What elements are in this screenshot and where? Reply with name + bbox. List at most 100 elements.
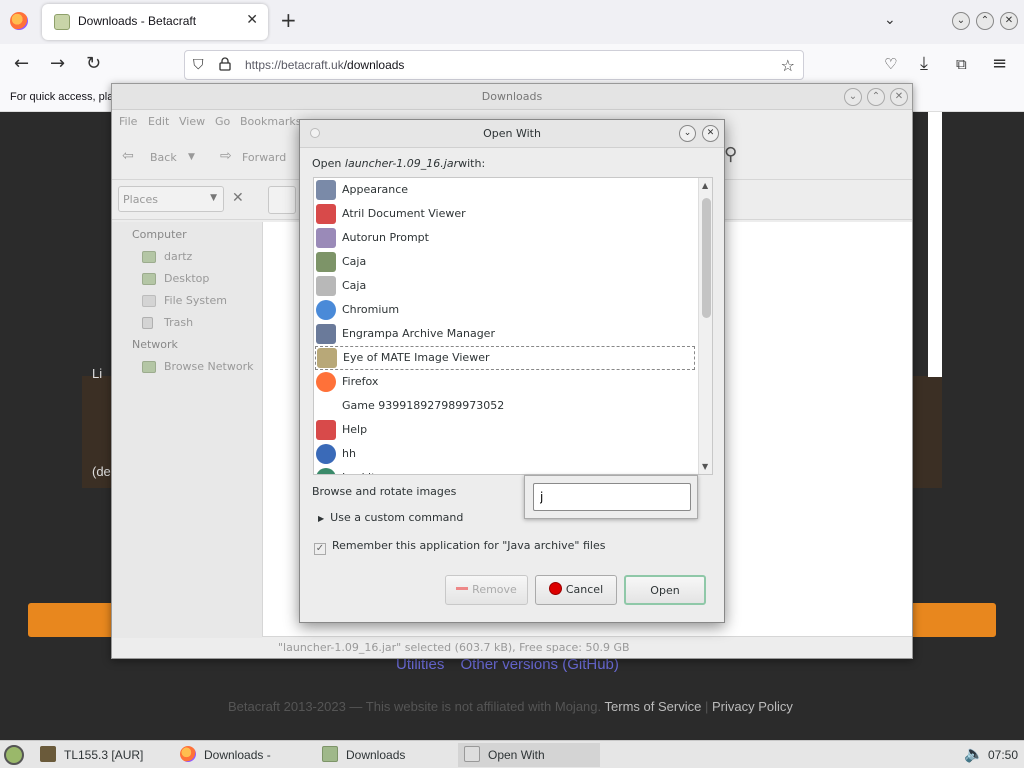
menu-launcher-icon[interactable] — [2, 743, 26, 767]
close-window-icon[interactable]: ✕ — [702, 125, 719, 142]
taskbar-item-caja[interactable]: Downloads — [318, 743, 456, 767]
app-list-item[interactable]: Help — [314, 418, 698, 442]
drive-icon — [142, 295, 156, 307]
app-list-item[interactable]: Autorun Prompt — [314, 226, 698, 250]
close-sidebar-icon[interactable]: ✕ — [232, 190, 244, 206]
app-list-item[interactable]: Atril Document Viewer — [314, 202, 698, 226]
lock-icon[interactable] — [219, 57, 231, 71]
browser-tab[interactable]: Downloads - Betacraft ✕ — [42, 4, 268, 40]
app-list-item[interactable]: Caja — [314, 274, 698, 298]
app-list-item[interactable]: Luakit — [314, 466, 698, 474]
taskbar-item-open-with[interactable]: Open With — [458, 743, 600, 767]
application-icon — [316, 396, 336, 416]
minimize-icon[interactable]: ⌄ — [844, 88, 862, 106]
close-tab-icon[interactable]: ✕ — [246, 12, 258, 28]
sidebar-item-browse-network[interactable]: Browse Network — [164, 360, 253, 373]
back-arrow-icon[interactable]: ⇦ — [122, 148, 134, 164]
app-list-item-label: Eye of MATE Image Viewer — [343, 351, 490, 364]
extensions-icon[interactable]: ⧉ — [956, 54, 967, 74]
application-icon — [316, 228, 336, 248]
search-icon[interactable]: ⚲ — [724, 144, 737, 165]
menu-icon[interactable]: ≡ — [992, 54, 1007, 74]
app-list-item[interactable]: Chromium — [314, 298, 698, 322]
bookmark-star-icon[interactable]: ☆ — [781, 56, 795, 75]
menu-file[interactable]: File — [119, 115, 137, 128]
close-window-icon[interactable]: ✕ — [890, 88, 908, 106]
remember-checkbox[interactable]: ✓ Remember this application for "Java arc… — [314, 539, 605, 555]
terms-link[interactable]: Terms of Service — [605, 699, 702, 714]
open-button[interactable]: Open — [624, 575, 706, 605]
folder-icon — [322, 746, 338, 762]
taskbar-item-firefox[interactable]: Downloads - Betacra... — [176, 743, 316, 767]
dialog-titlebar: Open With ⌄ ✕ — [300, 120, 724, 148]
forward-button[interactable]: Forward — [242, 151, 286, 164]
chevron-down-icon: ▼ — [210, 193, 217, 203]
places-label: Places — [123, 193, 158, 206]
app-list-item-label: Firefox — [342, 375, 379, 388]
app-list-item[interactable]: Firefox — [314, 370, 698, 394]
cancel-label: Cancel — [565, 583, 604, 596]
minimize-icon[interactable]: ⌄ — [952, 12, 970, 30]
menu-bookmarks[interactable]: Bookmarks — [240, 115, 301, 128]
remove-label: Remove — [472, 583, 517, 596]
remove-button[interactable]: Remove — [445, 575, 528, 605]
cancel-button[interactable]: Cancel — [535, 575, 617, 605]
url-bar[interactable]: ⛉ https://betacraft.uk/downloads ☆ — [184, 50, 804, 80]
sidebar-item-trash[interactable]: Trash — [164, 316, 193, 329]
tab-list-chevron-icon[interactable]: ⌄ — [884, 12, 896, 28]
prompt-filename: launcher-1.09_16.jar — [344, 157, 459, 170]
taskbar-item-tl[interactable]: TL155.3 [AUR] — [36, 743, 170, 767]
scroll-down-icon[interactable]: ▼ — [702, 462, 708, 471]
maximize-icon[interactable]: ⌃ — [867, 88, 885, 106]
custom-command-expander[interactable]: ▶ Use a custom command — [318, 511, 463, 524]
app-list-item-label: Caja — [342, 279, 367, 292]
minimize-icon[interactable]: ⌄ — [679, 125, 696, 142]
web-footer: Betacraft 2013-2023 — This website is no… — [228, 699, 793, 714]
sidebar-item-dartz[interactable]: dartz — [164, 250, 192, 263]
firefox-icon[interactable] — [10, 12, 28, 30]
web-white-strip — [928, 112, 942, 377]
back-button[interactable]: Back — [150, 151, 177, 164]
maximize-icon[interactable]: ⌃ — [976, 12, 994, 30]
tracking-shield-icon[interactable]: ⛉ — [193, 57, 204, 73]
close-window-icon[interactable]: ✕ — [1000, 12, 1018, 30]
app-list-item[interactable]: hh — [314, 442, 698, 466]
sidebar-item-desktop[interactable]: Desktop — [164, 272, 209, 285]
sidebar-item-file-system[interactable]: File System — [164, 294, 227, 307]
status-bar: "launcher-1.09_16.jar" selected (603.7 k… — [262, 636, 912, 658]
chevron-down-icon[interactable]: ▼ — [188, 152, 195, 162]
typeahead-search-input[interactable] — [533, 483, 691, 511]
application-icon — [316, 204, 336, 224]
minecraft-block-icon — [40, 746, 56, 762]
application-list[interactable]: Luakit hh Help Game 939918927989973052 Firef… — [313, 177, 713, 475]
remember-label: Remember this application for "Java arch… — [332, 539, 606, 552]
forward-arrow-icon[interactable]: → — [50, 54, 65, 74]
dialog-title: Open With — [483, 127, 541, 140]
scroll-up-icon[interactable]: ▲ — [702, 181, 708, 190]
scrollbar[interactable]: ▲ ▼ — [698, 178, 712, 474]
edit-location-icon[interactable] — [268, 186, 296, 214]
privacy-link[interactable]: Privacy Policy — [712, 699, 793, 714]
volume-icon[interactable]: 🔈 — [964, 743, 984, 767]
footer-text: Betacraft 2013-2023 — This website is no… — [228, 699, 602, 714]
app-list-item[interactable]: Eye of MATE Image Viewer — [315, 346, 695, 370]
app-list-item[interactable]: Engrampa Archive Manager — [314, 322, 698, 346]
window-menu-icon[interactable] — [310, 128, 320, 138]
forward-arrow-icon[interactable]: ⇨ — [220, 148, 232, 164]
back-arrow-icon[interactable]: ← — [14, 54, 29, 74]
places-dropdown[interactable]: Places ▼ — [118, 186, 224, 212]
pocket-icon[interactable]: ♡ — [884, 54, 897, 74]
home-folder-icon — [142, 251, 156, 263]
app-list-item[interactable]: Caja — [314, 250, 698, 274]
downloads-icon[interactable]: ⤓ — [920, 54, 928, 74]
app-list-item[interactable]: Game 939918927989973052 — [314, 394, 698, 418]
scrollbar-thumb[interactable] — [702, 198, 711, 318]
app-list-item[interactable]: Appearance — [314, 178, 698, 202]
menu-go[interactable]: Go — [215, 115, 230, 128]
new-tab-button[interactable]: + — [280, 10, 297, 30]
reload-icon[interactable]: ↻ — [86, 54, 101, 74]
menu-view[interactable]: View — [179, 115, 205, 128]
cancel-icon — [548, 582, 562, 595]
menu-edit[interactable]: Edit — [148, 115, 169, 128]
clock[interactable]: 07:50 — [988, 748, 1018, 762]
